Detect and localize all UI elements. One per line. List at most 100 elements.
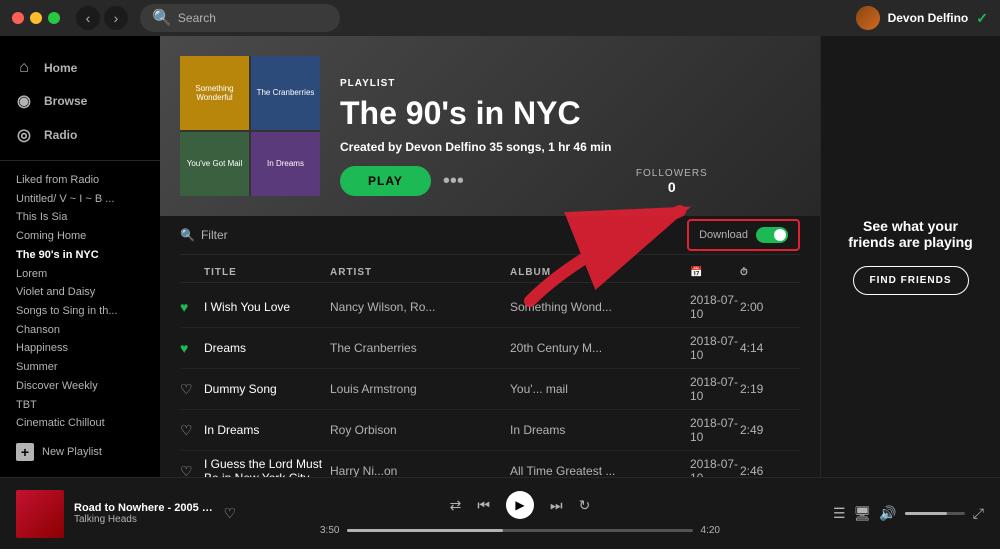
- sidebar-item-coming-home[interactable]: Coming Home: [0, 225, 160, 244]
- track-heart-icon[interactable]: ♡: [180, 422, 204, 439]
- track-duration: 2:19: [740, 382, 800, 396]
- sidebar-item-lorem[interactable]: Lorem: [0, 263, 160, 282]
- followers-section: FOLLOWERS 0: [636, 168, 708, 195]
- track-row[interactable]: ♡ Dummy Song Louis Armstrong You'... mai…: [180, 369, 800, 410]
- sidebar-item-discover-weekly[interactable]: Discover Weekly: [0, 375, 160, 394]
- player-heart-icon[interactable]: ♡: [223, 505, 236, 522]
- sidebar-item-tbt[interactable]: TBT: [0, 394, 160, 413]
- track-row[interactable]: ♡ I Guess the Lord Must Be in New York C…: [180, 451, 800, 477]
- track-list-area: 🔍 Filter Download TITLE ARTIST ALBUM: [160, 216, 820, 477]
- player-track-details: Road to Nowhere - 2005 Rem... Talking He…: [74, 502, 213, 525]
- titlebar: ‹ › 🔍 Devon Delfino ✓: [0, 0, 1000, 36]
- fullscreen-icon[interactable]: ⤢: [973, 505, 984, 522]
- new-playlist-button[interactable]: + New Playlist: [0, 435, 160, 469]
- previous-button[interactable]: ⏮: [477, 497, 490, 514]
- track-artist: Nancy Wilson, Ro...: [330, 300, 510, 314]
- col-clock-icon: ⏱: [740, 267, 800, 278]
- cover-cell-4: In Dreams: [251, 132, 320, 197]
- sidebar-item-cinematic-chillout[interactable]: Cinematic Chillout: [0, 412, 160, 431]
- col-title: TITLE: [204, 267, 330, 278]
- current-time: 3:50: [320, 525, 339, 536]
- plus-icon: +: [16, 443, 34, 461]
- sidebar-item-radio[interactable]: ◎ Radio: [0, 118, 160, 152]
- track-row[interactable]: ♥ Dreams The Cranberries 20th Century M.…: [180, 328, 800, 369]
- queue-icon[interactable]: ☰: [833, 505, 846, 522]
- find-friends-button[interactable]: FIND FRIENDS: [853, 266, 969, 295]
- search-input[interactable]: [178, 11, 328, 25]
- track-artist: The Cranberries: [330, 341, 510, 355]
- track-album: In Dreams: [510, 423, 690, 437]
- shuffle-button[interactable]: ⇄: [450, 497, 462, 514]
- play-button[interactable]: PLAY: [340, 166, 431, 196]
- track-title: Dummy Song: [204, 382, 330, 396]
- close-button[interactable]: [12, 12, 24, 24]
- sidebar-item-happiness[interactable]: Happiness: [0, 337, 160, 356]
- minimize-button[interactable]: [30, 12, 42, 24]
- devices-icon[interactable]: 🖥: [854, 505, 872, 522]
- sidebar-item-songs-to-sing[interactable]: Songs to Sing in th...: [0, 300, 160, 319]
- sidebar-item-home[interactable]: ⌂ Home: [0, 52, 160, 84]
- sidebar-item-violet-daisy[interactable]: Violet and Daisy: [0, 281, 160, 300]
- sidebar-item-label: Browse: [44, 94, 87, 108]
- track-list-toolbar: 🔍 Filter Download: [180, 216, 800, 255]
- next-button[interactable]: ⏭: [550, 497, 563, 514]
- volume-track[interactable]: [905, 512, 965, 515]
- forward-button[interactable]: ›: [104, 6, 128, 30]
- followers-count: 0: [636, 179, 708, 195]
- toggle-knob: [774, 229, 786, 241]
- track-heart-icon[interactable]: ♥: [180, 340, 204, 356]
- playlist-info: PLAYLIST The 90's in NYC Created by Devo…: [340, 56, 708, 196]
- control-buttons: ⇄ ⏮ ▶ ⏭ ↻: [450, 491, 591, 519]
- track-row[interactable]: ♥ I Wish You Love Nancy Wilson, Ro... So…: [180, 287, 800, 328]
- tracks-container: ♥ I Wish You Love Nancy Wilson, Ro... So…: [180, 287, 800, 477]
- player-track-name: Road to Nowhere - 2005 Rem...: [74, 502, 213, 514]
- sidebar-item-browse[interactable]: ◉ Browse: [0, 84, 160, 118]
- creator-name: Devon Delfino: [405, 140, 486, 154]
- repeat-button[interactable]: ↻: [579, 497, 591, 514]
- track-row[interactable]: ♡ In Dreams Roy Orbison In Dreams 2018-0…: [180, 410, 800, 451]
- track-artist: Louis Armstrong: [330, 382, 510, 396]
- sidebar-item-the-90s[interactable]: The 90's in NYC: [0, 244, 160, 263]
- sidebar-item-untitled[interactable]: Untitled/ V ~ I ~ B ...: [0, 188, 160, 207]
- player-artist: Talking Heads: [74, 514, 213, 525]
- track-artist: Harry Ni...on: [330, 464, 510, 477]
- player-thumbnail: [16, 490, 64, 538]
- songs-meta: 35 songs, 1 hr 46 min: [489, 140, 611, 154]
- cover-cell-1: Something Wonderful: [180, 56, 249, 130]
- sidebar-nav: ⌂ Home ◉ Browse ◎ Radio: [0, 44, 160, 161]
- progress-bar-area: 3:50 4:20: [320, 525, 720, 536]
- total-time: 4:20: [701, 525, 720, 536]
- avatar: [856, 6, 880, 30]
- track-title: I Guess the Lord Must Be in New York Cit…: [204, 457, 330, 477]
- volume-fill: [905, 512, 947, 515]
- download-toggle[interactable]: [756, 227, 788, 243]
- track-title: Dreams: [204, 341, 330, 355]
- right-panel: See what your friends are playing FIND F…: [820, 36, 1000, 477]
- home-icon: ⌂: [16, 59, 32, 77]
- track-heart-icon[interactable]: ♡: [180, 381, 204, 398]
- search-bar[interactable]: 🔍: [140, 4, 340, 32]
- play-pause-button[interactable]: ▶: [506, 491, 534, 519]
- track-heart-icon[interactable]: ♥: [180, 299, 204, 315]
- user-name: Devon Delfino: [888, 11, 969, 25]
- progress-track[interactable]: [347, 529, 692, 532]
- sidebar-item-this-is-sia[interactable]: This Is Sia: [0, 206, 160, 225]
- col-artist: ARTIST: [330, 267, 510, 278]
- sidebar-item-chanson[interactable]: Chanson: [0, 319, 160, 338]
- browse-icon: ◉: [16, 91, 32, 111]
- sidebar-item-liked-from-radio[interactable]: Liked from Radio: [0, 169, 160, 188]
- track-date: 2018-07-10: [690, 457, 740, 477]
- track-date: 2018-07-10: [690, 416, 740, 444]
- sidebar-item-summer[interactable]: Summer: [0, 356, 160, 375]
- player-controls: ⇄ ⏮ ▶ ⏭ ↻ 3:50 4:20: [236, 491, 804, 536]
- content-area: Something Wonderful The Cranberries You'…: [160, 36, 820, 477]
- maximize-button[interactable]: [48, 12, 60, 24]
- playlist-meta: Created by Devon Delfino 35 songs, 1 hr …: [340, 140, 708, 154]
- cover-cell-2: The Cranberries: [251, 56, 320, 130]
- filter-input[interactable]: 🔍 Filter: [180, 228, 228, 242]
- track-heart-icon[interactable]: ♡: [180, 463, 204, 478]
- more-options-button[interactable]: •••: [443, 170, 464, 193]
- player-bar: Road to Nowhere - 2005 Rem... Talking He…: [0, 477, 1000, 549]
- back-button[interactable]: ‹: [76, 6, 100, 30]
- friends-title: See what your friends are playing: [841, 218, 980, 250]
